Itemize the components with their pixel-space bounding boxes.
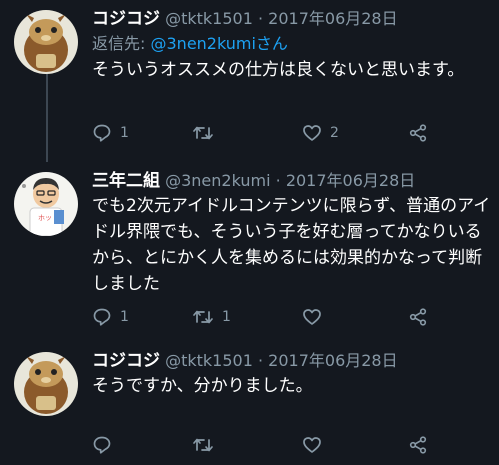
reply-count: 1 [120,309,129,325]
share-icon [408,307,428,327]
author-name[interactable]: コジコジ [92,9,160,29]
retweet-button[interactable]: 1 [192,306,231,328]
like-button[interactable] [302,434,330,456]
retweet-icon [192,435,214,455]
author-handle[interactable]: @tktk1501 [165,351,253,370]
tweet-text: そういうオススメの仕方は良くないと思います。 [92,60,465,80]
tweet-text: でも2次元アイドルコンテンツに限らず、普通のアイドル界隈でも、そういう子を好む層… [92,196,491,294]
share-button[interactable] [408,122,428,144]
share-icon [408,435,428,455]
retweet-button[interactable] [192,122,222,144]
like-button[interactable]: 2 [302,122,339,144]
like-button[interactable] [302,306,330,328]
reply-icon [92,435,112,455]
reply-button[interactable] [92,434,120,456]
reply-to-label: 返信先: [92,34,146,53]
avatar[interactable] [14,10,78,74]
share-button[interactable] [408,306,428,328]
reply-button[interactable]: 1 [92,122,129,144]
author-handle[interactable]: @3nen2kumi [165,171,270,190]
reply-icon [92,123,112,143]
reply-icon [92,307,112,327]
share-button[interactable] [408,434,428,456]
retweet-icon [192,123,214,143]
heart-icon [302,435,322,455]
separator: · [257,9,264,28]
retweet-button[interactable] [192,434,222,456]
avatar[interactable] [14,352,78,416]
avatar[interactable]: ホッ [14,172,78,236]
separator: · [275,171,281,190]
heart-icon [302,307,322,327]
reply-button[interactable]: 1 [92,306,129,328]
author-name[interactable]: コジコジ [92,351,160,371]
tweet-date[interactable]: 2017年06月28日 [286,171,415,190]
author-handle[interactable]: @tktk1501 [165,9,253,28]
share-icon [408,123,428,143]
retweet-icon [192,307,214,327]
separator: · [257,351,264,370]
retweet-count: 1 [222,309,231,325]
mention-link[interactable]: @3nen2kumiさん [151,34,288,53]
reply-count: 1 [120,125,129,141]
tweet-date[interactable]: 2017年06月28日 [268,351,397,370]
like-count: 2 [330,125,339,141]
author-name[interactable]: 三年二組 [92,171,160,191]
tweet-actions [92,434,452,456]
tweet-actions: 1 1 [92,306,452,328]
tweet-actions: 1 2 [92,122,452,144]
thread-connector-line [46,72,48,162]
heart-icon [302,123,322,143]
tweet-date[interactable]: 2017年06月28日 [268,9,397,28]
reply-to-line: 返信先: @3nen2kumiさん [92,32,493,56]
svg-text:ホッ: ホッ [38,214,52,222]
tweet-text: そうですか、分かりました。 [92,376,313,396]
